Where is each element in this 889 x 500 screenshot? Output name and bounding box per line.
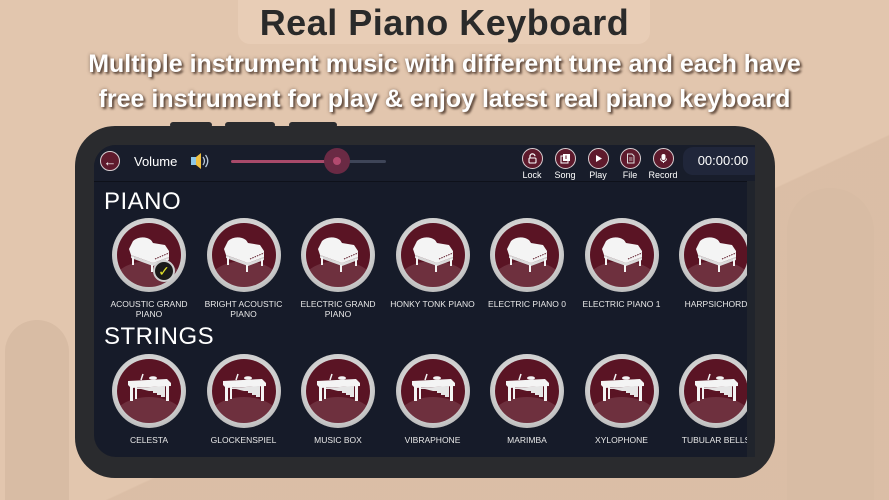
background-pillar-right: [787, 188, 874, 500]
instrument-label: ELECTRIC PIANO 0: [488, 299, 566, 309]
grand-piano-icon: [696, 237, 737, 272]
phone-button: [170, 122, 212, 128]
volume-slider-fill: [231, 160, 326, 163]
background-pillar-left: [5, 320, 69, 500]
instrument-bright-acoustic-piano[interactable]: BRIGHT ACOUSTIC PIANO: [197, 218, 291, 319]
top-toolbar: ← Volume Lock Song Play File Record 00:0…: [94, 145, 755, 182]
instrument-glockenspiel[interactable]: GLOCKENSPIEL: [197, 354, 291, 446]
instrument-xylophone[interactable]: XYLOPHONE: [575, 354, 669, 446]
instrument-button[interactable]: ✓: [112, 218, 186, 292]
instrument-button[interactable]: [679, 218, 753, 292]
instrument-electric-piano-1[interactable]: ELECTRIC PIANO 1: [575, 218, 669, 310]
checkmark-icon: ✓: [153, 260, 175, 282]
speaker-icon: [191, 153, 209, 169]
phone-button: [225, 122, 275, 128]
instrument-button[interactable]: [584, 354, 659, 428]
instrument-button[interactable]: [490, 218, 564, 292]
promo-title: Real Piano Keyboard: [259, 2, 630, 43]
instrument-label: ACOUSTIC GRAND PIANO: [110, 299, 188, 319]
grand-piano-icon: [318, 237, 359, 272]
instrument-button[interactable]: [112, 354, 186, 428]
xylophone-icon: [128, 373, 171, 401]
phone-button: [289, 122, 337, 128]
file-icon: [626, 153, 634, 164]
instrument-honky-tonk-piano[interactable]: HONKY TONK PIANO: [386, 218, 480, 310]
instrument-button[interactable]: [490, 354, 564, 428]
record-label: Record: [648, 170, 678, 180]
section-title-piano: PIANO: [104, 188, 182, 215]
instrument-label: HARPSICHORD: [684, 299, 748, 309]
volume-label: Volume: [134, 154, 178, 169]
instrument-acoustic-grand-piano[interactable]: ✓ ACOUSTIC GRAND PIANO: [102, 218, 196, 319]
xylophone-icon: [317, 373, 360, 401]
instrument-button[interactable]: [301, 354, 375, 428]
recording-timer: 00:00:00: [683, 147, 755, 175]
instrument-label: ELECTRIC GRAND PIANO: [300, 299, 376, 319]
instrument-button[interactable]: [206, 354, 281, 428]
grand-piano-icon: [412, 237, 453, 272]
instrument-electric-piano-0[interactable]: ELECTRIC PIANO 0: [480, 218, 574, 310]
instrument-label: VIBRAPHONE: [404, 435, 461, 445]
play-icon: [595, 155, 602, 162]
instrument-label: CELESTA: [129, 435, 169, 445]
instrument-button[interactable]: [206, 218, 281, 292]
instrument-button[interactable]: [584, 218, 659, 292]
xylophone-icon: [222, 373, 266, 401]
instrument-label: TUBULAR BELLS: [681, 435, 751, 445]
instrument-vibraphone[interactable]: VIBRAPHONE: [386, 354, 480, 446]
microphone-icon: [659, 154, 667, 163]
instrument-tubular-bells[interactable]: TUBULAR BELLS: [669, 354, 755, 446]
arrow-left-icon: ←: [103, 154, 117, 169]
promo-subtitle-line2: free instrument for play & enjoy latest …: [98, 85, 791, 113]
promo-subtitle-line1: Multiple instrument music with different…: [88, 50, 801, 78]
instrument-button[interactable]: [395, 218, 470, 292]
back-button[interactable]: ←: [100, 151, 120, 171]
instrument-button[interactable]: [679, 354, 753, 428]
screen-edge: [747, 181, 755, 457]
section-title-strings: STRINGS: [104, 323, 215, 350]
record-button[interactable]: Record: [643, 148, 683, 180]
instrument-harpsichord[interactable]: HARPSICHORD: [669, 218, 755, 310]
instrument-label: XYLOPHONE: [595, 435, 648, 445]
grand-piano-icon: [601, 237, 642, 272]
instrument-button[interactable]: [395, 354, 470, 428]
instrument-electric-grand-piano[interactable]: ELECTRIC GRAND PIANO: [291, 218, 385, 319]
instrument-music-box[interactable]: MUSIC BOX: [291, 354, 385, 446]
instrument-marimba[interactable]: MARIMBA: [480, 354, 574, 446]
grand-piano-icon: [223, 237, 264, 272]
instrument-label: BRIGHT ACOUSTIC PIANO: [204, 299, 283, 319]
xylophone-icon: [506, 373, 549, 401]
app-screen: ← Volume Lock Song Play File Record 00:0…: [94, 145, 755, 457]
xylophone-icon: [600, 373, 644, 401]
instrument-label: MARIMBA: [507, 435, 547, 445]
instrument-button[interactable]: [301, 218, 375, 292]
grand-piano-icon: [507, 237, 548, 272]
lock-icon: [527, 153, 537, 164]
instrument-label: ELECTRIC PIANO 1: [582, 299, 661, 309]
xylophone-icon: [411, 373, 455, 401]
phone-frame: ← Volume Lock Song Play File Record 00:0…: [75, 122, 775, 478]
instrument-label: GLOCKENSPIEL: [210, 435, 277, 445]
instrument-label: MUSIC BOX: [314, 435, 362, 445]
volume-slider-thumb[interactable]: [324, 148, 350, 174]
instrument-celesta[interactable]: CELESTA: [102, 354, 196, 446]
song-icon: [560, 154, 570, 164]
instrument-label: HONKY TONK PIANO: [390, 299, 475, 309]
xylophone-icon: [695, 373, 738, 401]
